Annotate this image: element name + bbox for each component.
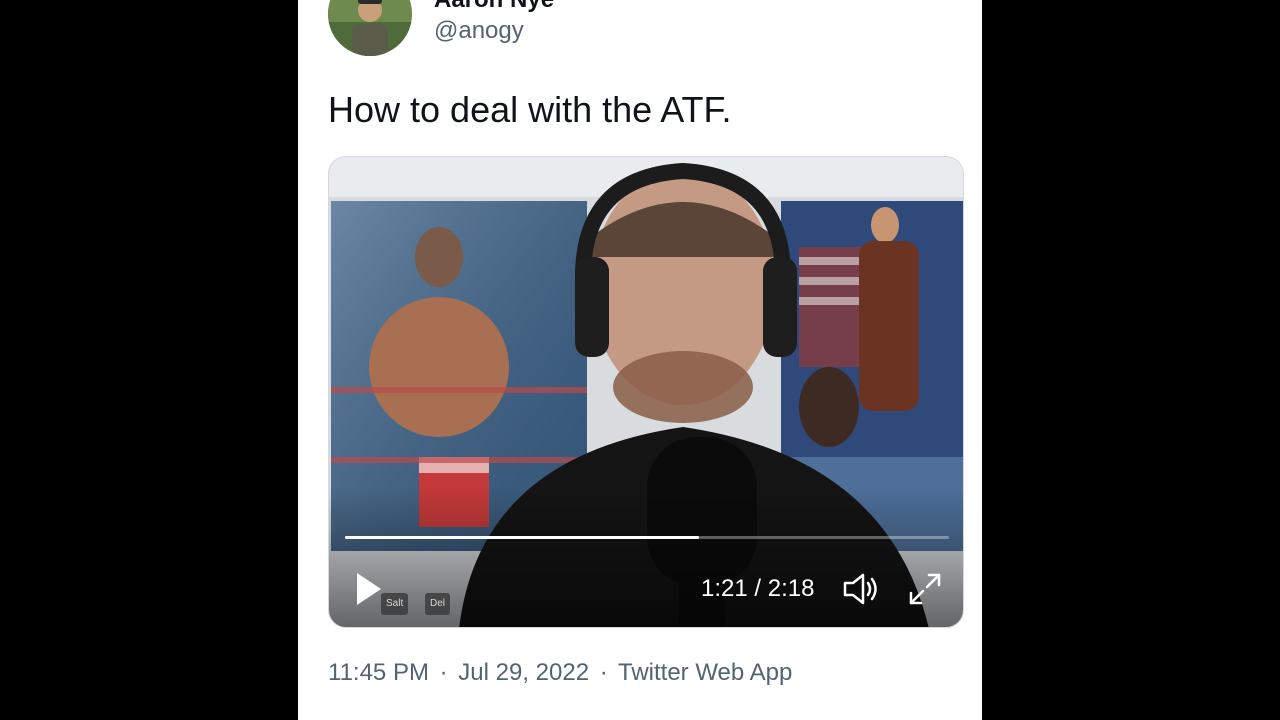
video-elapsed-time: 1:21	[701, 575, 748, 602]
video-duration: 2:18	[767, 575, 815, 602]
volume-icon	[843, 573, 877, 605]
author-display-name[interactable]: Aaron Nye	[434, 0, 554, 14]
avatar-photo-icon	[328, 0, 412, 56]
volume-button[interactable]	[841, 571, 881, 607]
tweet-time[interactable]: 11:45 PM	[328, 659, 429, 686]
author-avatar[interactable]	[328, 0, 412, 56]
fullscreen-button[interactable]	[905, 569, 945, 609]
meta-separator: ·	[439, 659, 448, 686]
play-icon	[357, 573, 381, 605]
tweet-card: Aaron Nye @anogy How to deal with the AT…	[298, 0, 982, 720]
author-handle[interactable]: @anogy	[434, 16, 524, 46]
tweet-meta: 11:45 PM · Jul 29, 2022 · Twitter Web Ap…	[328, 658, 792, 688]
video-player[interactable]: Salt Del 1:21 / 2:18	[328, 156, 964, 628]
video-time-separator: /	[754, 575, 762, 602]
tweet-date[interactable]: Jul 29, 2022	[458, 659, 589, 686]
meta-separator: ·	[599, 659, 608, 686]
tweet-source[interactable]: Twitter Web App	[618, 659, 792, 686]
fullscreen-icon	[909, 573, 941, 605]
video-frame-scene	[329, 157, 963, 627]
video-progress-bar[interactable]	[345, 536, 949, 539]
keyboard-key-del: Del	[425, 593, 451, 615]
tweet-text: How to deal with the ATF.	[328, 89, 732, 130]
video-time-readout: 1:21 / 2:18	[701, 575, 814, 603]
video-progress-fill	[345, 536, 699, 539]
video-frame: Aaron Nye @anogy How to deal with the AT…	[0, 0, 1280, 720]
play-button[interactable]	[351, 569, 387, 609]
